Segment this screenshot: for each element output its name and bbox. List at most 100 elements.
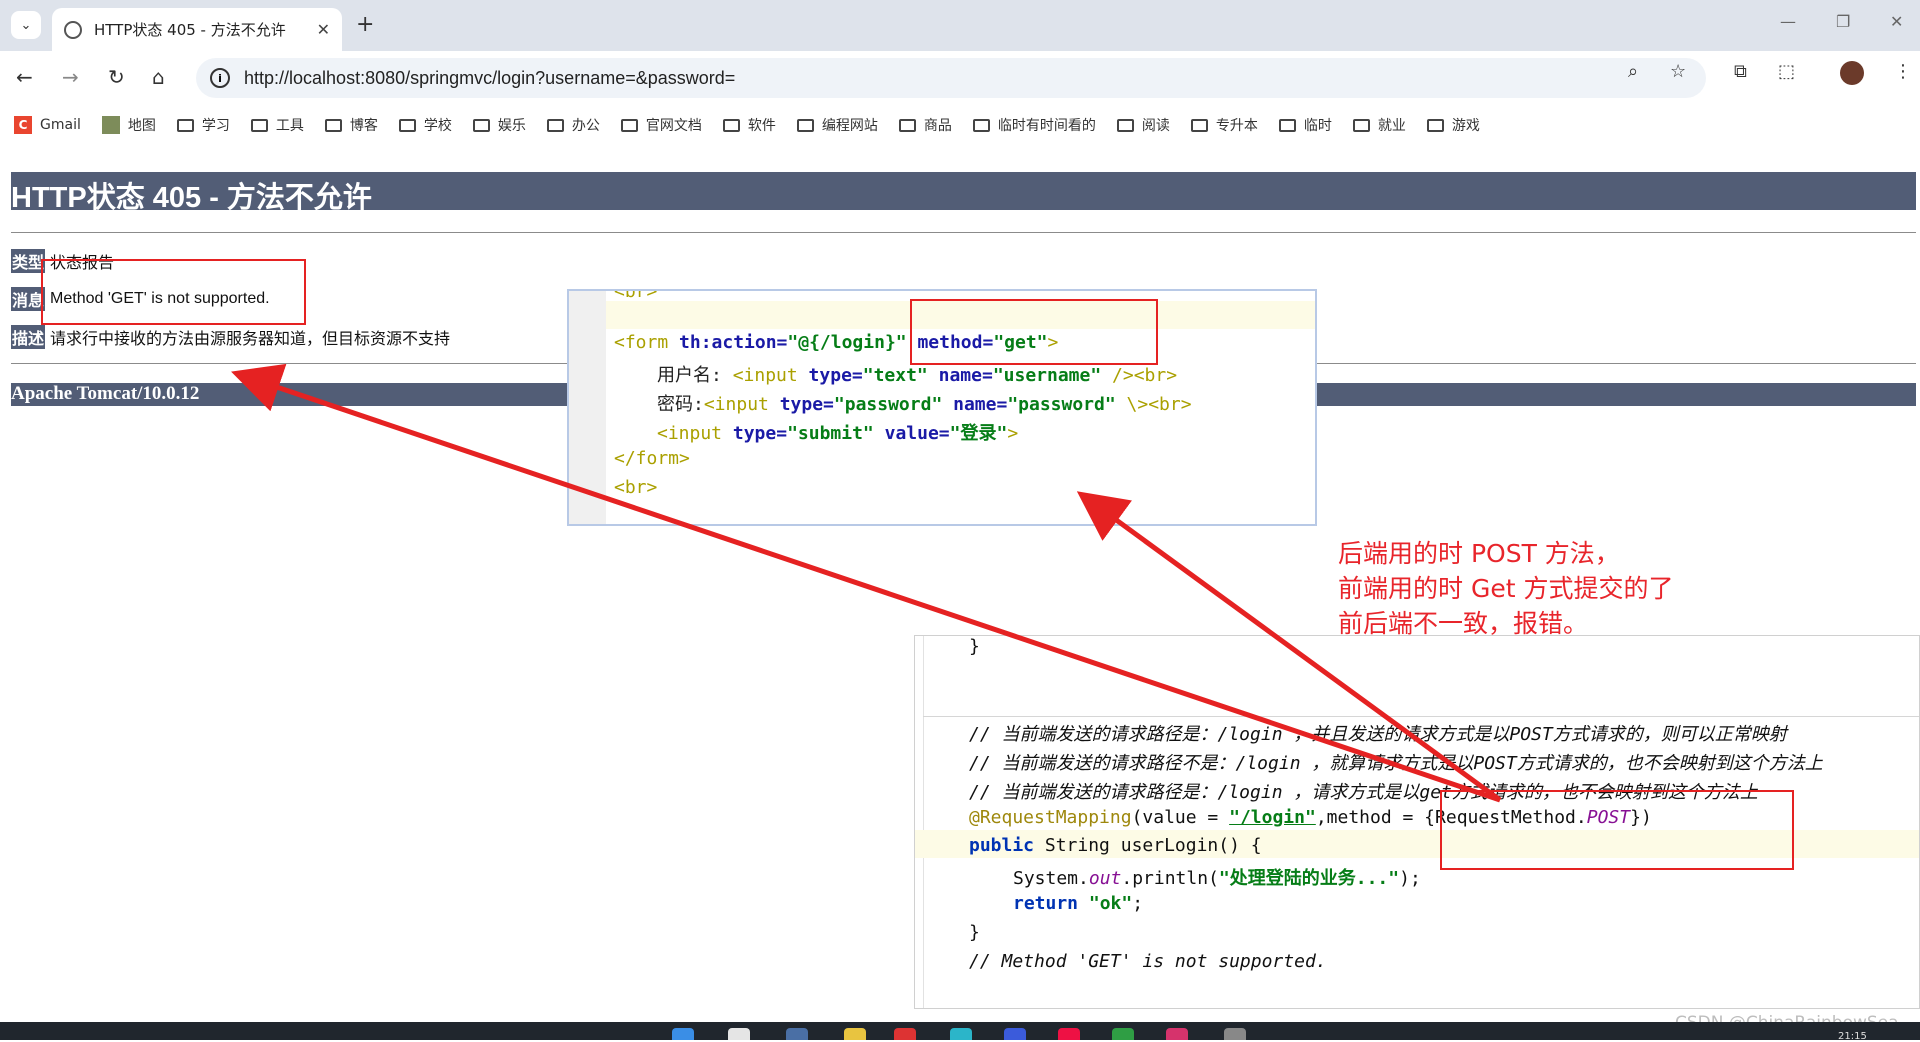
- highlight-box-method-get: [910, 299, 1158, 365]
- bookmark-label: Gmail: [40, 117, 81, 133]
- start-icon[interactable]: [672, 1028, 694, 1040]
- edge-icon[interactable]: [950, 1028, 972, 1040]
- bookmark-map[interactable]: 地图: [101, 115, 156, 135]
- folder-icon: [1116, 118, 1134, 132]
- code-comment-end: // Method 'GET' is not supported.: [969, 951, 1327, 972]
- address-bar[interactable]: i http://localhost:8080/springmvc/login?…: [196, 58, 1706, 98]
- bookmark-label: 商品: [923, 118, 952, 134]
- code-gutter: [569, 291, 606, 524]
- bookmark-folder[interactable]: 编程网站: [796, 115, 878, 135]
- chevron-down-icon: ⌄: [20, 17, 32, 33]
- bookmark-folder[interactable]: 游戏: [1426, 115, 1480, 135]
- tab-search-button[interactable]: ⌄: [11, 11, 41, 39]
- code-line-println: System.out.println("处理登陆的业务...");: [1013, 868, 1421, 889]
- menu-icon[interactable]: ⋮: [1894, 61, 1912, 82]
- app-icon[interactable]: [1166, 1028, 1188, 1040]
- bookmark-label: 软件: [747, 118, 776, 134]
- home-icon[interactable]: ⌂: [152, 65, 165, 89]
- bookmark-folder[interactable]: 办公: [546, 115, 600, 135]
- site-info-icon[interactable]: i: [210, 68, 230, 88]
- reload-icon[interactable]: ↻: [108, 65, 125, 89]
- zoom-icon[interactable]: ⌕: [1628, 61, 1638, 82]
- restore-icon[interactable]: ❐: [1836, 12, 1850, 31]
- tab-title: HTTP状态 405 - 方法不允许: [94, 21, 286, 39]
- method-separator: [923, 716, 1919, 717]
- gmail-icon: C: [14, 116, 32, 134]
- bookmark-label: 就业: [1377, 118, 1406, 134]
- code-line-password: 密码:<input type="password" name="password…: [657, 394, 1192, 415]
- message-label: 消息: [11, 287, 46, 311]
- bookmark-label: 工具: [275, 118, 304, 134]
- bookmark-folder[interactable]: 商品: [898, 115, 952, 135]
- bookmark-label: 阅读: [1141, 118, 1170, 134]
- extensions-icon[interactable]: ⬚: [1778, 61, 1795, 82]
- folder-icon: [250, 118, 268, 132]
- description-label: 描述: [11, 325, 46, 349]
- server-version: Apache Tomcat/10.0.12: [11, 383, 200, 404]
- bookmark-folder[interactable]: 工具: [250, 115, 304, 135]
- forward-icon[interactable]: →: [62, 65, 79, 89]
- bookmark-folder[interactable]: 软件: [722, 115, 776, 135]
- bookmark-folder[interactable]: 学校: [398, 115, 452, 135]
- app-icon[interactable]: [1004, 1028, 1026, 1040]
- folder-icon: [620, 118, 638, 132]
- folder-icon: [546, 118, 564, 132]
- bookmark-label: 游戏: [1451, 118, 1480, 134]
- bookmark-folder[interactable]: 娱乐: [472, 115, 526, 135]
- divider: [11, 232, 1916, 233]
- new-tab-button[interactable]: +: [356, 12, 374, 37]
- browser-tab-strip: ⌄ HTTP状态 405 - 方法不允许 ✕ + — ❐ ✕: [0, 0, 1920, 51]
- bookmark-folder[interactable]: 官网文档: [620, 115, 702, 135]
- bookmark-label: 编程网站: [821, 118, 878, 134]
- bookmark-label: 专升本: [1215, 118, 1258, 134]
- folder-icon: [1278, 118, 1296, 132]
- bookmark-folder[interactable]: 临时有时间看的: [972, 115, 1096, 135]
- bookmark-label: 办公: [571, 118, 600, 134]
- bookmark-label: 临时有时间看的: [997, 118, 1096, 134]
- bookmark-label: 地图: [127, 118, 156, 134]
- avatar[interactable]: [1840, 61, 1864, 85]
- folder-icon: [722, 118, 740, 132]
- folder-icon: [1352, 118, 1370, 132]
- taskbar-clock: 21:15: [1838, 1031, 1867, 1042]
- bookmark-label: 临时: [1303, 118, 1332, 134]
- bookmark-star-icon[interactable]: ☆: [1670, 61, 1686, 82]
- bookmark-folder[interactable]: 学习: [176, 115, 230, 135]
- app-icon[interactable]: [1112, 1028, 1134, 1040]
- bookmark-folder[interactable]: 阅读: [1116, 115, 1170, 135]
- bookmark-folder[interactable]: 临时: [1278, 115, 1332, 135]
- code-comment-1: // 当前端发送的请求路径是：/login ，并且发送的请求方式是以POST方式…: [969, 724, 1787, 745]
- map-icon: [101, 116, 120, 134]
- folder-icon: [398, 118, 416, 132]
- bookmark-folder[interactable]: 专升本: [1190, 115, 1258, 135]
- close-window-icon[interactable]: ✕: [1890, 12, 1903, 31]
- bookmark-label: 娱乐: [497, 118, 526, 134]
- bookmark-label: 博客: [349, 118, 378, 134]
- app-icon[interactable]: [786, 1028, 808, 1040]
- app-icon[interactable]: [894, 1028, 916, 1040]
- folder-icon: [972, 118, 990, 132]
- code-line-return: return "ok";: [1013, 893, 1144, 914]
- browser-tab[interactable]: HTTP状态 405 - 方法不允许 ✕: [52, 8, 342, 51]
- folder-icon: [796, 118, 814, 132]
- error-heading-bar: HTTP状态 405 - 方法不允许: [11, 172, 1916, 214]
- taskbar: [0, 1022, 1920, 1040]
- code-line-signature: public String userLogin() {: [969, 835, 1262, 856]
- url-text[interactable]: http://localhost:8080/springmvc/login?us…: [244, 68, 735, 89]
- app-icon[interactable]: [1058, 1028, 1080, 1040]
- back-icon[interactable]: ←: [16, 65, 33, 89]
- bookmark-folder[interactable]: 就业: [1352, 115, 1406, 135]
- highlight-box-post: [1440, 790, 1794, 870]
- tab-groups-icon[interactable]: ⧉: [1734, 61, 1747, 82]
- minimize-icon[interactable]: —: [1780, 12, 1796, 31]
- folder-icon: [1426, 118, 1444, 132]
- bookmark-folder[interactable]: 博客: [324, 115, 378, 135]
- folder-icon: [324, 118, 342, 132]
- app-icon[interactable]: [1224, 1028, 1246, 1040]
- folder-icon: [176, 118, 194, 132]
- search-icon[interactable]: [728, 1028, 750, 1040]
- bookmark-label: 学校: [423, 118, 452, 134]
- folder-app-icon[interactable]: [844, 1028, 866, 1040]
- close-tab-icon[interactable]: ✕: [317, 20, 330, 39]
- bookmark-gmail[interactable]: C Gmail: [14, 116, 81, 134]
